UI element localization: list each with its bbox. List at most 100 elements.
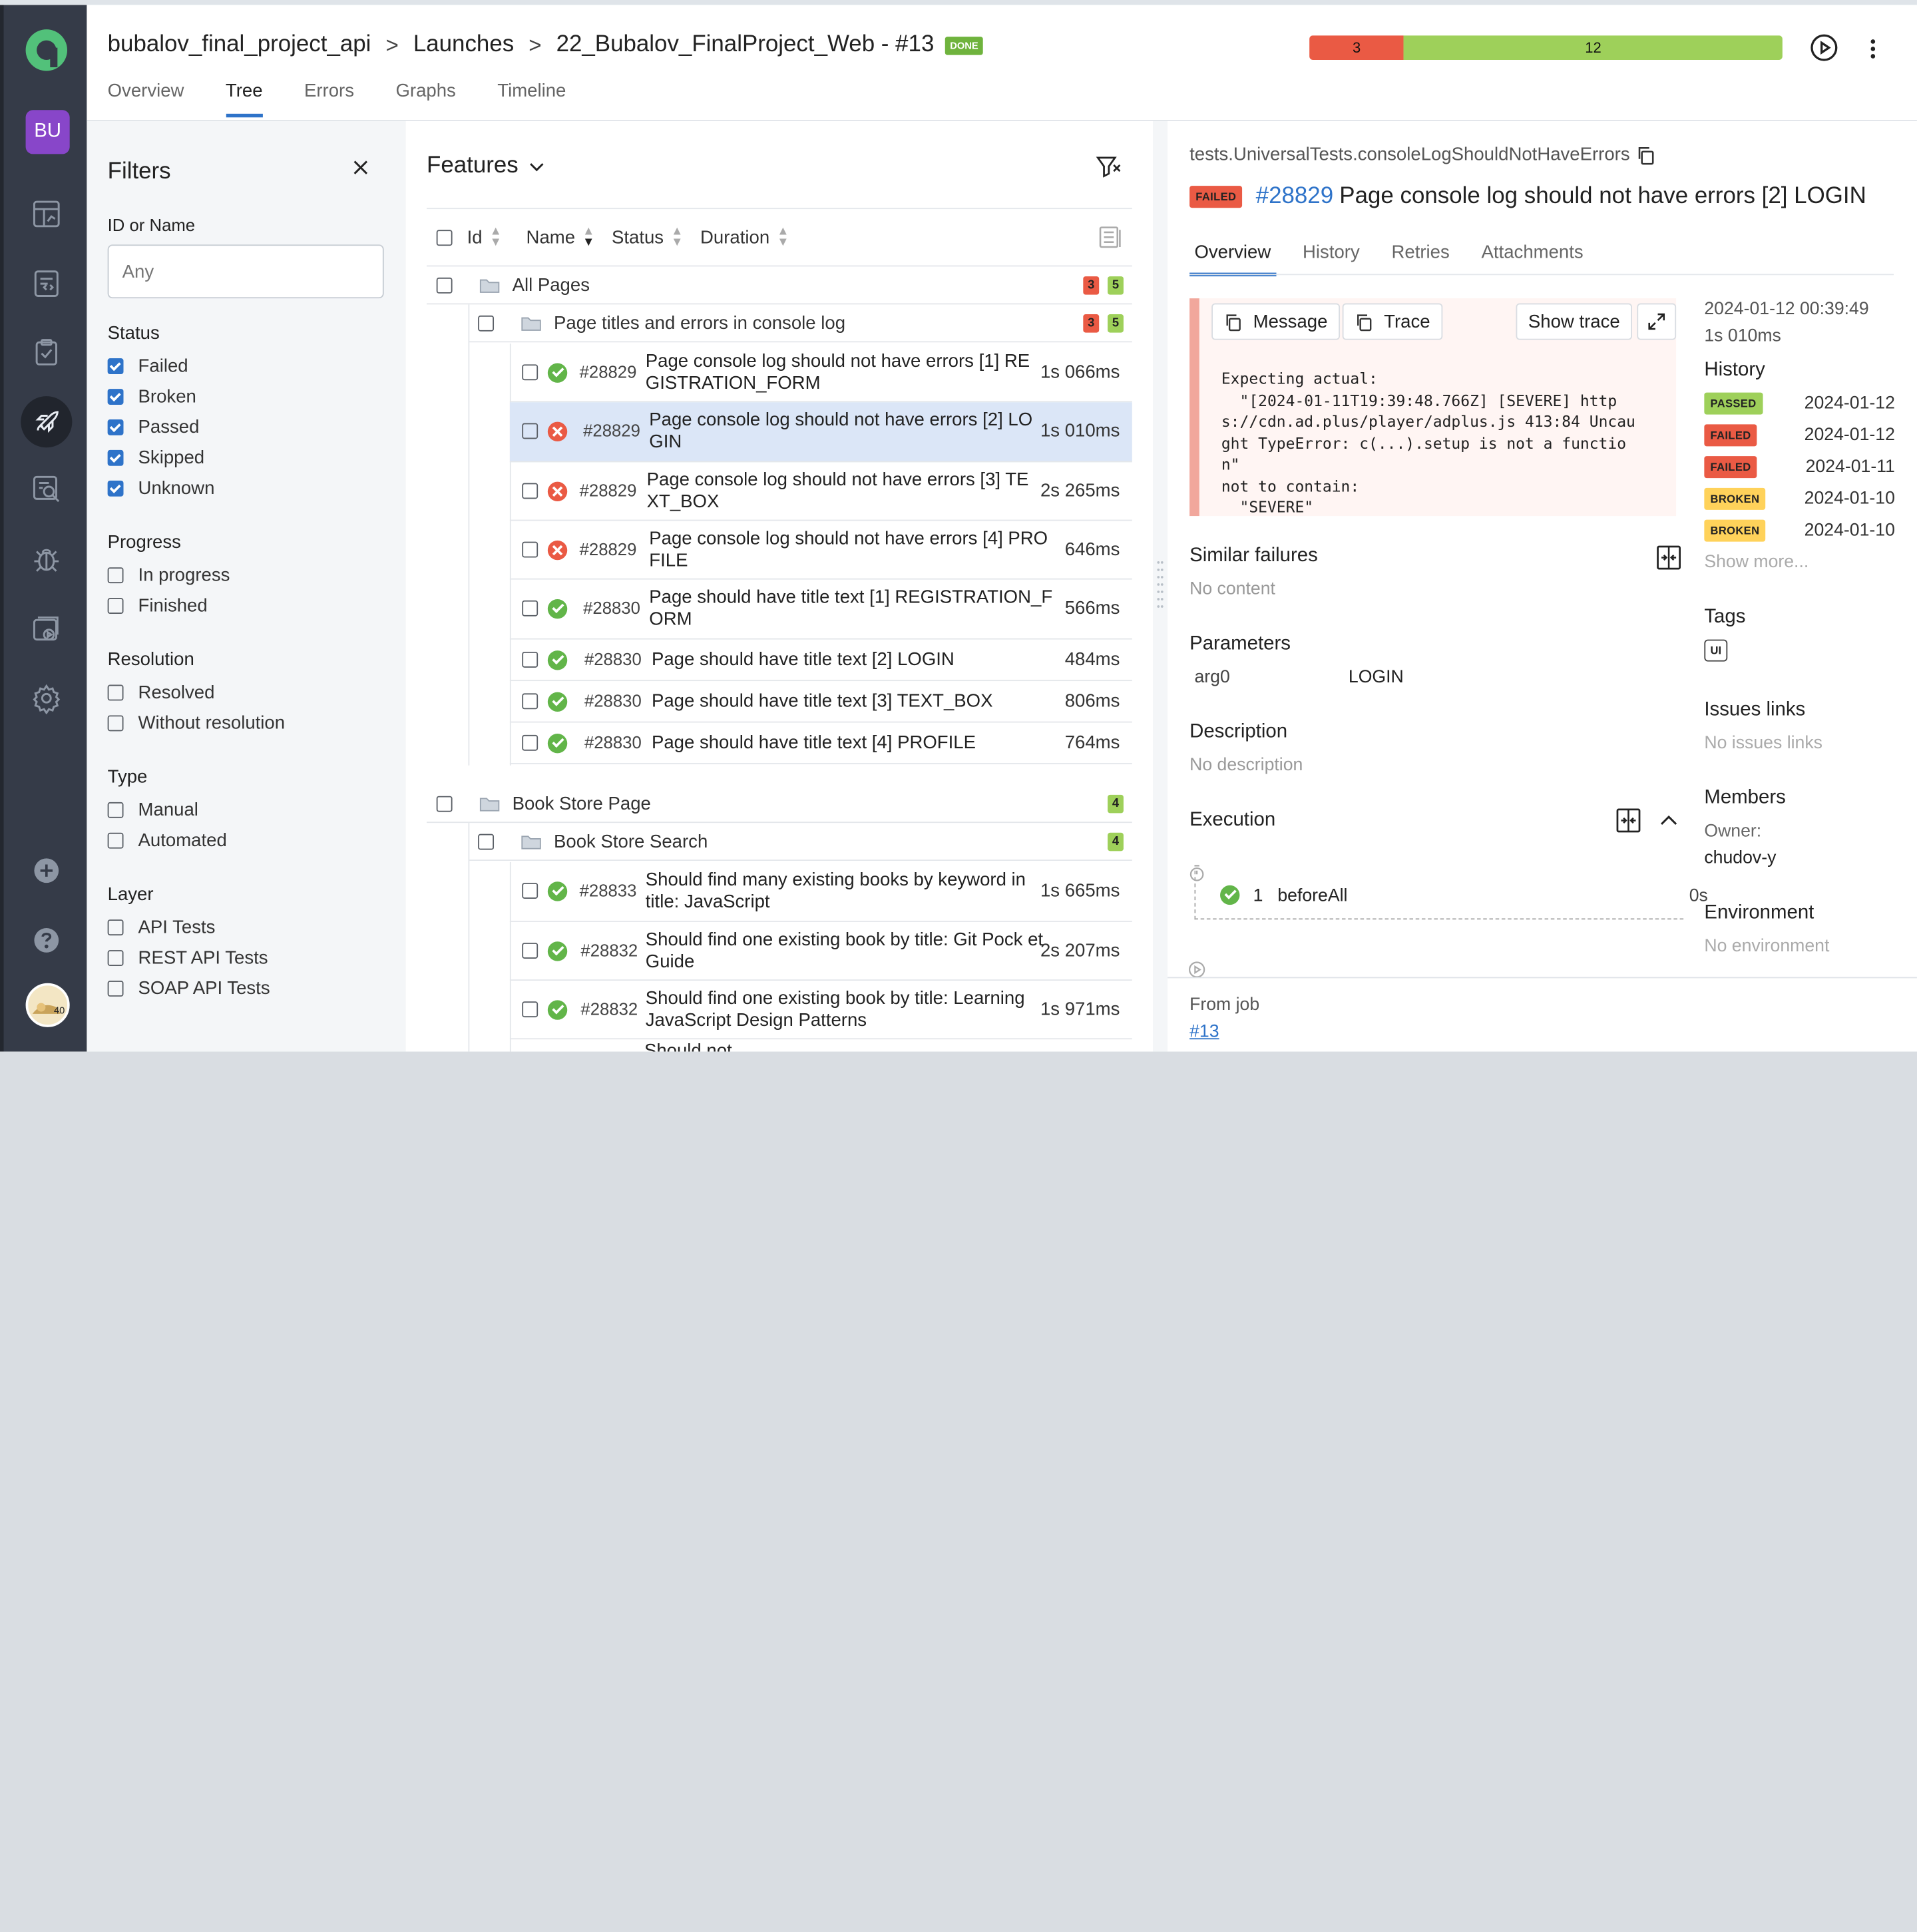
failed-segment[interactable]: 3 [1309,35,1404,60]
checkbox[interactable] [522,734,538,750]
launch-stats-bar[interactable]: 3 12 [1309,35,1783,60]
tree-group-book-store-page[interactable]: Book Store Page 4 [427,785,1132,824]
filter-without-resolution[interactable]: Without resolution [107,708,385,738]
test-row[interactable]: #28832 Should find one existing book by t… [509,922,1132,981]
app-logo[interactable] [23,27,70,73]
jobs-icon[interactable] [21,604,72,655]
select-all-checkbox[interactable] [436,229,453,246]
tab-errors[interactable]: Errors [304,81,354,117]
checkbox[interactable] [522,692,538,709]
checkbox[interactable] [522,423,538,439]
filter-in-progress[interactable]: In progress [107,560,385,591]
checkbox[interactable] [478,314,495,331]
compare-icon[interactable] [1615,807,1641,834]
checkbox[interactable] [522,541,538,557]
filter-api-tests[interactable]: API Tests [107,912,385,943]
test-cases-icon[interactable] [21,258,72,310]
checkbox-checked[interactable] [107,358,124,375]
breadcrumb-launches[interactable]: Launches [413,32,514,59]
compare-icon[interactable] [1655,544,1682,571]
trace-button[interactable]: Trace [1342,303,1442,340]
close-icon[interactable] [351,158,370,177]
test-row-selected[interactable]: #28829 Page console log should not have e… [509,402,1132,463]
tab-timeline[interactable]: Timeline [497,81,566,117]
filter-skipped[interactable]: Skipped [107,443,385,473]
message-button[interactable]: Message [1211,303,1340,340]
analytics-icon[interactable] [21,463,72,515]
column-status[interactable]: Status ▲ ▼ [612,226,683,249]
filter-broken[interactable]: Broken [107,381,385,412]
checkbox[interactable] [522,1001,538,1017]
checkbox[interactable] [107,715,124,732]
user-avatar[interactable]: 40 [25,983,70,1027]
checkbox-checked[interactable] [107,389,124,405]
tag-badge[interactable]: UI [1704,639,1728,662]
history-item[interactable]: PASSED 2024-01-12 [1704,391,1895,416]
settings-icon[interactable] [21,672,72,724]
passed-segment[interactable]: 12 [1404,35,1783,60]
checkbox[interactable] [522,883,538,899]
tab-tree[interactable]: Tree [225,81,263,118]
filter-manual[interactable]: Manual [107,795,385,826]
filter-rest-api-tests[interactable]: REST API Tests [107,943,385,973]
test-row[interactable]: #28833 Should find many existing books by… [509,862,1132,922]
test-plans-icon[interactable] [21,326,72,377]
test-row[interactable]: #28830 Page should have title text [2] LO… [509,640,1132,682]
checkbox[interactable] [522,651,538,667]
project-avatar[interactable]: BU [25,110,70,154]
history-item[interactable]: FAILED 2024-01-11 [1704,455,1895,479]
checkbox[interactable] [436,795,453,812]
chevron-up-icon[interactable] [1659,813,1678,828]
test-row[interactable]: #28830 Page should have title text [4] PR… [509,722,1132,764]
filter-unknown[interactable]: Unknown [107,473,385,504]
checkbox-checked[interactable] [107,480,124,497]
filter-soap-api-tests[interactable]: SOAP API Tests [107,973,385,1004]
filter-automated[interactable]: Automated [107,826,385,856]
test-row[interactable]: #28830 Page should have title text [1] RE… [509,580,1132,640]
dashboard-icon[interactable] [21,188,72,240]
step-name[interactable]: beforeAll [1277,887,1347,906]
add-icon[interactable] [21,845,72,896]
column-settings-icon[interactable] [1098,225,1122,250]
history-item[interactable]: BROKEN 2024-01-10 [1704,487,1895,511]
expand-button[interactable] [1637,303,1677,340]
test-row[interactable]: #28829 Page console log should not have e… [509,521,1132,580]
checkbox[interactable] [522,600,538,616]
checkbox[interactable] [478,833,495,849]
panel-resize-handle[interactable] [1153,121,1168,1052]
id-or-name-input[interactable] [107,244,384,299]
column-duration[interactable]: Duration ▲ ▼ [700,226,789,249]
filter-resolved[interactable]: Resolved [107,678,385,708]
checkbox-checked[interactable] [107,419,124,435]
test-row[interactable]: #28832 Should find one existing book by t… [509,981,1132,1040]
checkbox[interactable] [522,363,538,380]
checkbox[interactable] [522,942,538,959]
launches-icon[interactable] [21,396,73,448]
tab-overview[interactable]: Overview [1189,238,1276,277]
checkbox[interactable] [107,919,124,936]
test-row[interactable]: #28829 Page console log should not have e… [509,344,1132,403]
filter-finished[interactable]: Finished [107,591,385,621]
test-number-link[interactable]: #28829 [1256,184,1333,210]
features-dropdown[interactable]: Features [427,153,545,180]
checkbox[interactable] [107,950,124,966]
copy-icon[interactable] [1636,145,1655,164]
checkbox[interactable] [107,567,124,584]
breadcrumb-project[interactable]: bubalov_final_project_api [108,32,371,59]
show-more-link[interactable]: Show more... [1704,553,1809,572]
checkbox[interactable] [107,832,124,849]
checkbox[interactable] [522,482,538,499]
job-link[interactable]: #13 [1189,1022,1219,1041]
filter-failed[interactable]: Failed [107,351,385,381]
test-row-partial[interactable]: Should not ... [510,1039,1132,1052]
defects-icon[interactable] [21,533,72,585]
tab-graphs[interactable]: Graphs [395,81,455,117]
filter-passed[interactable]: Passed [107,412,385,443]
show-trace-button[interactable]: Show trace [1516,303,1633,340]
help-icon[interactable] [21,915,72,966]
tab-retries[interactable]: Retries [1386,238,1454,276]
tree-group-page-titles[interactable]: Page titles and errors in console log 3 … [468,304,1132,343]
test-row[interactable]: #28830 Page should have title text [3] TE… [509,681,1132,723]
test-row[interactable]: #28829 Page console log should not have e… [509,462,1132,521]
tab-overview[interactable]: Overview [108,81,184,117]
